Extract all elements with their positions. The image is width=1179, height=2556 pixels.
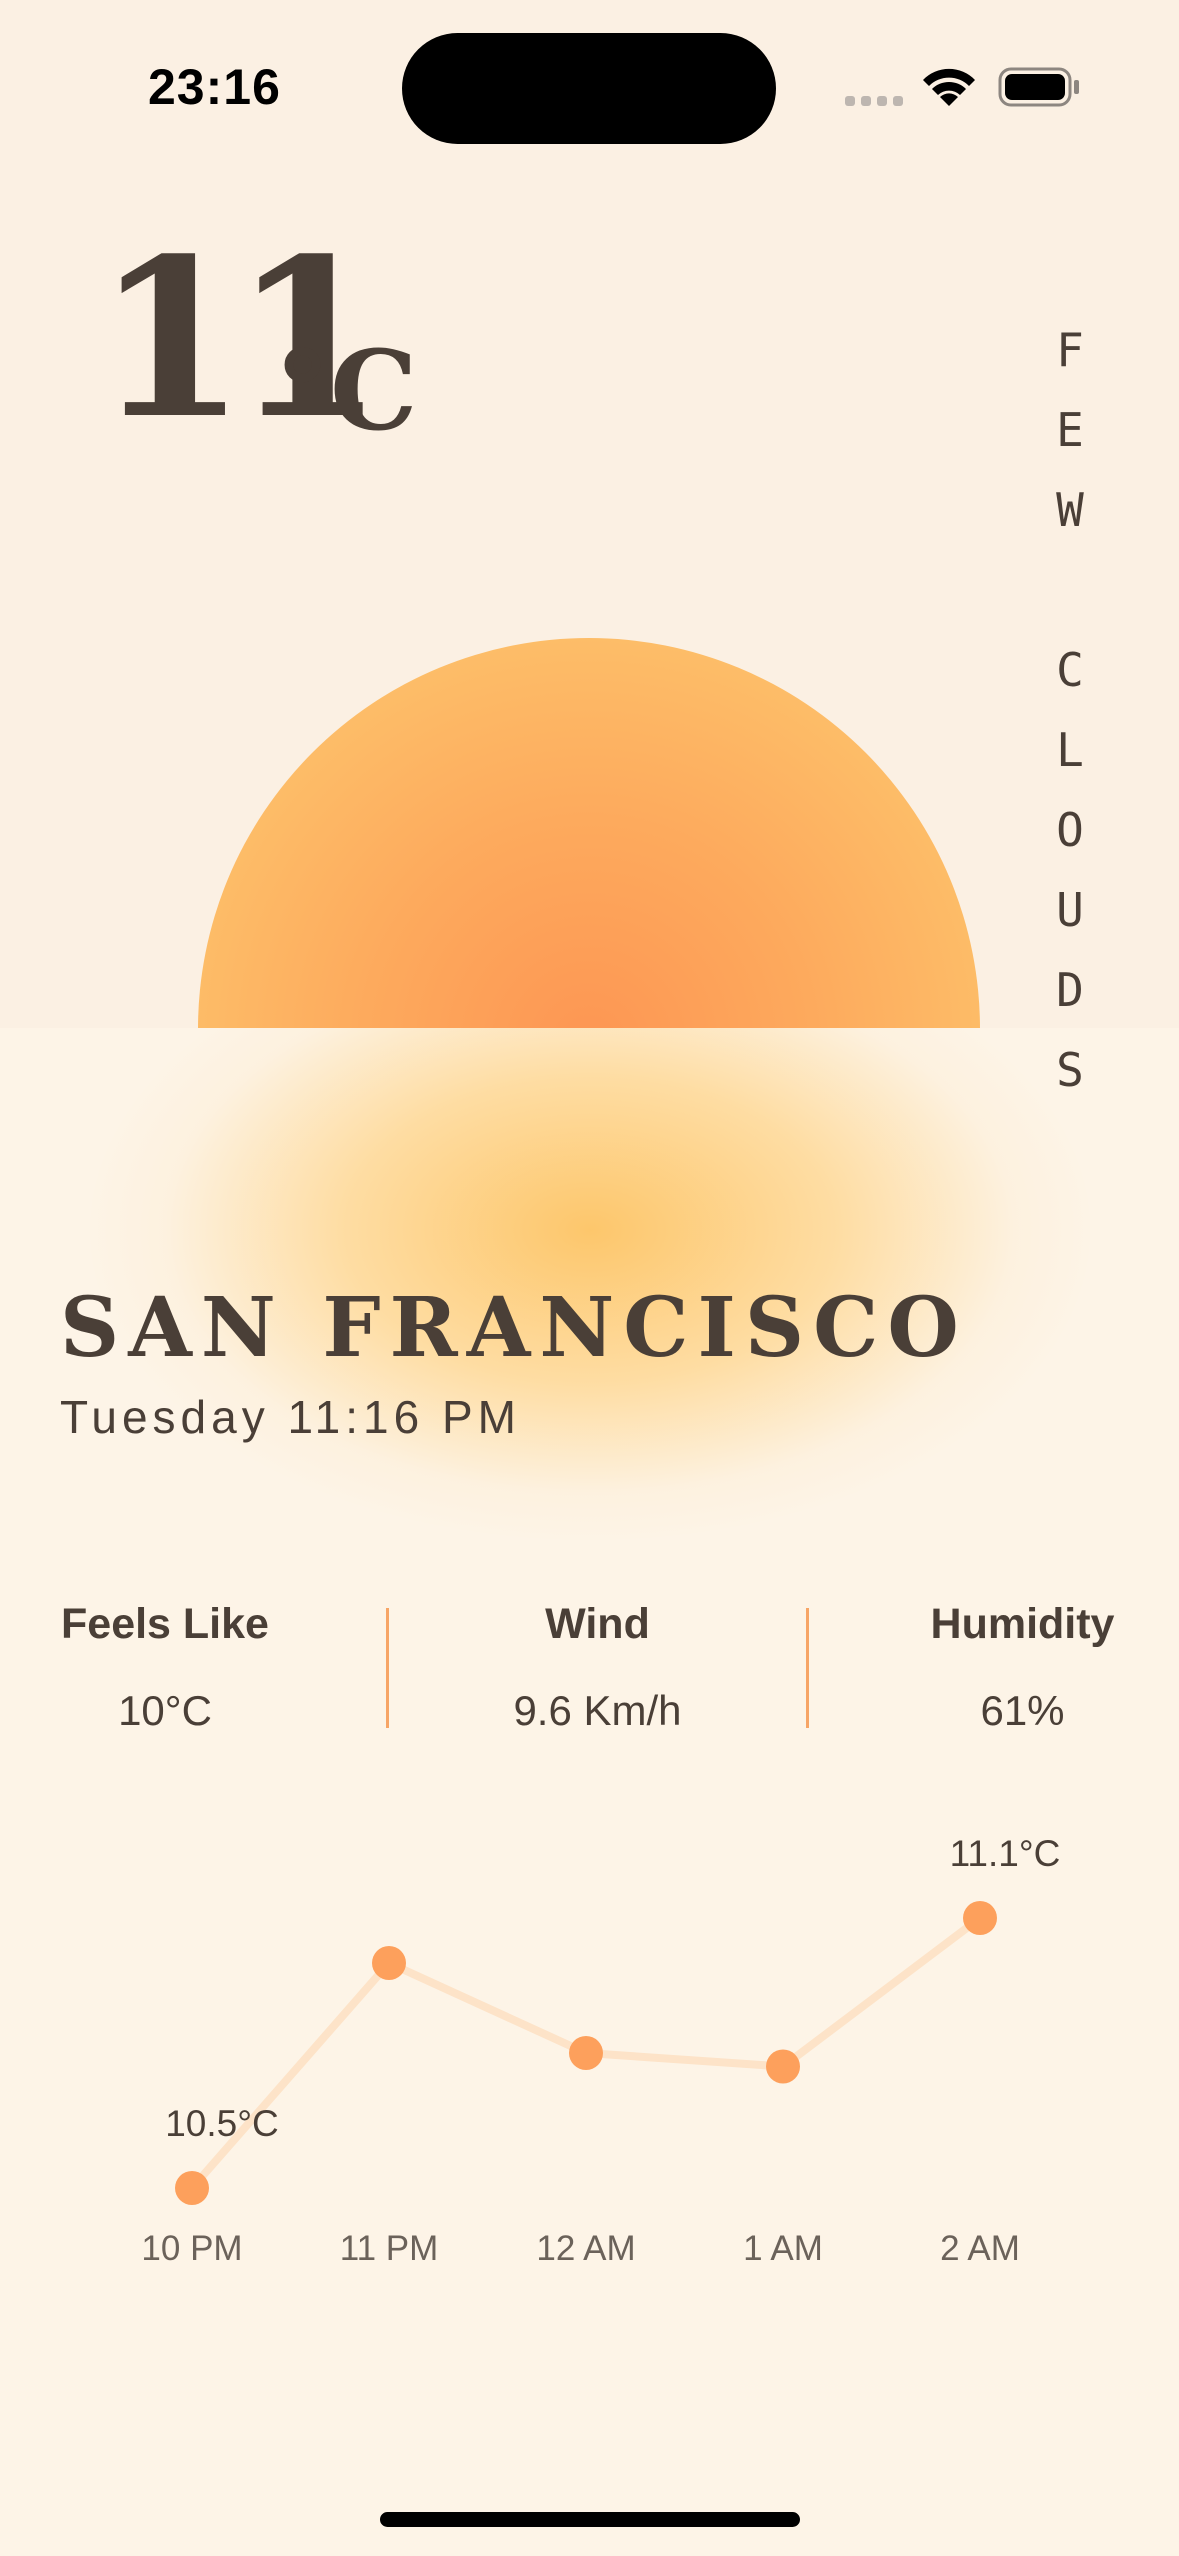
humidity-stat: Humidity 61% bbox=[900, 1600, 1145, 1735]
sun-container bbox=[0, 0, 1179, 1028]
wifi-icon bbox=[920, 64, 978, 112]
local-datetime: Tuesday 11:16 PM bbox=[60, 1391, 521, 1443]
cellular-signal-icon bbox=[845, 96, 903, 106]
city-name: SAN FRANCISCO bbox=[60, 1280, 968, 1376]
stat-divider bbox=[806, 1608, 809, 1728]
condition-letter: S bbox=[1056, 1043, 1084, 1097]
weather-condition: FEW CLOUDS bbox=[1040, 310, 1100, 1110]
status-time: 23:16 bbox=[148, 59, 281, 115]
condition-letter: C bbox=[1056, 643, 1084, 697]
humidity-label: Humidity bbox=[930, 1600, 1115, 1648]
current-temperature: 11 °C bbox=[95, 230, 418, 455]
feels-like-label: Feels Like bbox=[61, 1600, 269, 1648]
condition-letter: U bbox=[1056, 883, 1084, 937]
condition-letter bbox=[1040, 550, 1100, 630]
temperature-unit: °C bbox=[275, 326, 418, 455]
condition-letter: W bbox=[1056, 483, 1084, 537]
humidity-value: 61% bbox=[980, 1687, 1065, 1734]
stat-divider bbox=[386, 1608, 389, 1728]
condition-letter: L bbox=[1056, 723, 1084, 777]
home-indicator[interactable] bbox=[380, 2512, 800, 2527]
condition-letter: D bbox=[1056, 963, 1084, 1017]
feels-like-stat: Feels Like 10°C bbox=[40, 1600, 290, 1735]
battery-icon bbox=[998, 65, 1082, 113]
feels-like-value: 10°C bbox=[118, 1687, 212, 1734]
wind-stat: Wind 9.6 Km/h bbox=[440, 1600, 755, 1735]
condition-letter: F bbox=[1056, 323, 1084, 377]
condition-letter: O bbox=[1056, 803, 1084, 857]
dynamic-island bbox=[402, 33, 776, 144]
wind-value: 9.6 Km/h bbox=[513, 1687, 682, 1734]
sun-graphic bbox=[198, 638, 980, 1028]
condition-letter: E bbox=[1056, 403, 1084, 457]
wind-label: Wind bbox=[545, 1600, 650, 1648]
